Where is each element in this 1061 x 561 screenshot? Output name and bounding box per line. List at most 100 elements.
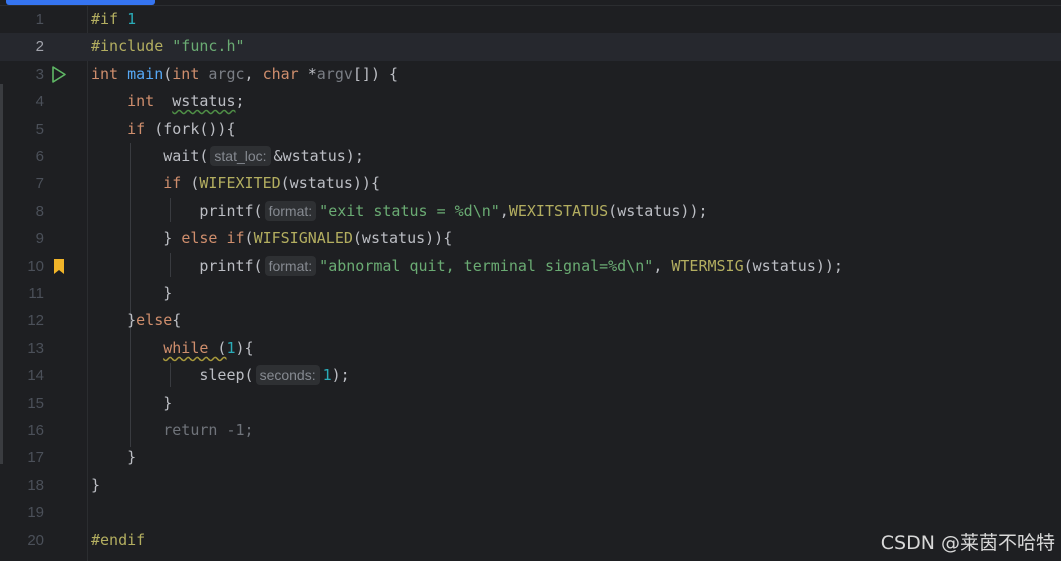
punctuation: ); bbox=[331, 366, 350, 385]
line-number: 19 bbox=[27, 504, 44, 522]
code-line-13[interactable]: 13 while (1){ bbox=[0, 335, 1061, 362]
string-literal: "func.h" bbox=[172, 37, 245, 56]
punctuation: []) { bbox=[352, 64, 399, 83]
parameter-hint: format: bbox=[264, 255, 317, 276]
function-name: main bbox=[127, 64, 164, 83]
code-line-11[interactable]: 11 } bbox=[0, 280, 1061, 307]
punctuation: } bbox=[163, 284, 173, 302]
code-fragment: (wstatus)); bbox=[743, 256, 843, 275]
code-text[interactable]: sleep(seconds: 1); bbox=[91, 362, 350, 389]
punctuation: } bbox=[163, 229, 182, 248]
punctuation: * bbox=[298, 64, 317, 83]
code-fragment: (fork()){ bbox=[145, 119, 236, 138]
code-text[interactable]: return -1; bbox=[91, 417, 254, 444]
code-text[interactable]: } bbox=[91, 390, 172, 417]
code-fragment: (wstatus)); bbox=[608, 201, 708, 220]
punctuation: , bbox=[499, 201, 509, 220]
code-line-18[interactable]: 18 } bbox=[0, 472, 1061, 499]
keyword: #if bbox=[91, 10, 119, 28]
code-text[interactable]: if (WIFEXITED(wstatus)){ bbox=[91, 170, 380, 197]
code-text[interactable]: #endif bbox=[91, 527, 145, 554]
punctuation: ){ bbox=[235, 338, 254, 357]
line-number: 18 bbox=[27, 476, 44, 494]
keyword: else bbox=[136, 311, 173, 330]
parameter: argc bbox=[208, 64, 245, 83]
line-number: 3 bbox=[35, 65, 44, 83]
code-line-7[interactable]: 7 if (WIFEXITED(wstatus)){ bbox=[0, 170, 1061, 197]
parameter-hint: stat_loc: bbox=[210, 146, 271, 166]
code-text[interactable]: } bbox=[91, 472, 100, 499]
line-number: 17 bbox=[27, 449, 44, 467]
code-line-5[interactable]: 5 if (fork()){ bbox=[0, 116, 1061, 143]
code-text[interactable]: } bbox=[91, 280, 172, 307]
code-line-2[interactable]: 2 #include "func.h" bbox=[0, 33, 1061, 61]
run-icon[interactable] bbox=[50, 61, 70, 88]
keyword: if bbox=[163, 174, 182, 193]
parameter-hint: seconds: bbox=[255, 365, 320, 386]
code-line-1[interactable]: 1 #if 1 bbox=[0, 6, 1061, 33]
punctuation: , bbox=[653, 256, 672, 275]
keyword: char bbox=[262, 64, 299, 83]
punctuation: ( bbox=[244, 229, 254, 248]
code-line-16[interactable]: 16 return -1; bbox=[0, 417, 1061, 444]
macro: WEXITSTATUS bbox=[508, 201, 609, 220]
code-text[interactable]: int wstatus; bbox=[91, 88, 244, 115]
code-text[interactable]: #if 1 bbox=[91, 6, 136, 33]
code-line-9[interactable]: 9 } else if(WIFSIGNALED(wstatus)){ bbox=[0, 225, 1061, 252]
line-number: 2 bbox=[35, 38, 44, 56]
code-text[interactable]: printf(format: "abnormal quit, terminal s… bbox=[91, 253, 843, 280]
string-literal: "abnormal quit, terminal signal=%d\n" bbox=[319, 256, 654, 275]
punctuation: } bbox=[91, 475, 101, 494]
code-fragment: (wstatus)){ bbox=[280, 174, 380, 193]
code-line-15[interactable]: 15 } bbox=[0, 390, 1061, 417]
keyword: if bbox=[127, 119, 146, 138]
code-line-4[interactable]: 4 int wstatus; bbox=[0, 88, 1061, 115]
line-number: 6 bbox=[35, 148, 44, 165]
line-number: 16 bbox=[27, 422, 44, 439]
code-line-19[interactable]: 19 bbox=[0, 499, 1061, 526]
line-number: 7 bbox=[35, 175, 44, 193]
code-text[interactable]: } else if(WIFSIGNALED(wstatus)){ bbox=[91, 225, 452, 252]
code-text[interactable]: } bbox=[91, 444, 136, 471]
bookmark-icon[interactable] bbox=[50, 253, 70, 280]
code-text[interactable]: while (1){ bbox=[91, 335, 254, 362]
code-line-12[interactable]: 12 }else{ bbox=[0, 307, 1061, 334]
line-number: 1 bbox=[35, 11, 44, 28]
number-literal: 1 bbox=[226, 338, 236, 357]
function-call: printf( bbox=[199, 256, 263, 275]
code-line-6[interactable]: 6 wait(stat_loc: &wstatus); bbox=[0, 143, 1061, 170]
function-call: wait( bbox=[163, 147, 209, 165]
code-line-3[interactable]: 3 int main(int argc, char *argv[]) { bbox=[0, 61, 1061, 88]
keyword: while bbox=[163, 338, 209, 357]
code-line-8[interactable]: 8 printf(format: "exit status = %d\n",WEX… bbox=[0, 198, 1061, 225]
line-number: 8 bbox=[35, 202, 44, 220]
punctuation: } bbox=[163, 393, 173, 412]
function-call: printf( bbox=[199, 201, 263, 220]
code-text[interactable]: printf(format: "exit status = %d\n",WEXIT… bbox=[91, 198, 708, 225]
code-text[interactable]: if (fork()){ bbox=[91, 116, 236, 143]
code-text[interactable]: wait(stat_loc: &wstatus); bbox=[91, 143, 364, 170]
code-line-17[interactable]: 17 } bbox=[0, 444, 1061, 471]
parameter-hint: format: bbox=[264, 200, 317, 221]
line-number: 4 bbox=[35, 93, 44, 111]
string-literal: "exit status = %d\n" bbox=[319, 201, 500, 220]
code-fragment: &wstatus); bbox=[273, 147, 364, 165]
code-text[interactable]: int main(int argc, char *argv[]) { bbox=[91, 61, 398, 88]
code-editor[interactable]: 1 #if 1 2 #include "func.h" 3 int main(i… bbox=[0, 6, 1061, 561]
code-text[interactable]: #include "func.h" bbox=[91, 33, 245, 60]
code-text[interactable]: }else{ bbox=[91, 307, 181, 334]
number-literal: 1 bbox=[127, 10, 137, 28]
line-number: 5 bbox=[35, 120, 44, 138]
keyword: if bbox=[226, 229, 245, 248]
line-number: 15 bbox=[27, 394, 44, 412]
code-line-14[interactable]: 14 sleep(seconds: 1); bbox=[0, 362, 1061, 389]
punctuation: ( bbox=[208, 338, 227, 357]
punctuation: ( bbox=[181, 174, 200, 193]
code-line-10[interactable]: 10 printf(format: "abnormal quit, termina… bbox=[0, 253, 1061, 280]
keyword: int bbox=[91, 64, 119, 83]
unreachable-code: return -1; bbox=[163, 421, 254, 439]
line-number: 13 bbox=[27, 339, 44, 357]
line-number: 12 bbox=[27, 312, 44, 330]
line-number: 14 bbox=[27, 367, 44, 385]
macro: WTERMSIG bbox=[671, 256, 744, 275]
